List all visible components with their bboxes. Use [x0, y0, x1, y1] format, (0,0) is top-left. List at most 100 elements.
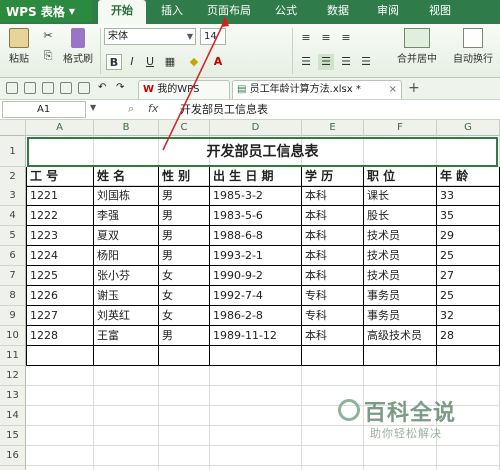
row-header[interactable]: 17 [0, 466, 26, 470]
table-cell[interactable]: 男 [159, 186, 210, 206]
column-header[interactable]: A [26, 120, 94, 136]
merge-center-button[interactable]: 合并居中 [390, 28, 444, 65]
tab-home[interactable]: 开始 [98, 0, 146, 24]
table-cell[interactable] [210, 346, 302, 366]
table-cell[interactable]: 技术员 [364, 266, 437, 286]
table-cell[interactable]: 专科 [302, 286, 364, 306]
table-cell[interactable] [26, 346, 94, 366]
row-header[interactable]: 14 [0, 406, 26, 426]
align-right-icon[interactable]: ☰ [338, 54, 354, 70]
table-cell[interactable]: 技术员 [364, 226, 437, 246]
table-cell[interactable]: 股长 [364, 206, 437, 226]
table-cell[interactable]: 张小芬 [94, 266, 159, 286]
align-bottom-icon[interactable]: ≡ [338, 30, 354, 46]
table-cell[interactable]: 1986-2-8 [210, 306, 302, 326]
new-file-icon[interactable] [6, 82, 18, 94]
row-header[interactable]: 7 [0, 266, 26, 286]
table-cell[interactable]: 本科 [302, 206, 364, 226]
table-cell[interactable]: 1222 [26, 206, 94, 226]
table-cell[interactable]: 28 [437, 326, 500, 346]
table-cell[interactable]: 本科 [302, 326, 364, 346]
table-cell[interactable]: 高级技术员 [364, 326, 437, 346]
header-cell[interactable]: 年 龄 [437, 167, 500, 187]
table-cell[interactable]: 1989-11-12 [210, 326, 302, 346]
table-cell[interactable]: 杨阳 [94, 246, 159, 266]
open-folder-icon[interactable] [24, 82, 36, 94]
print-preview-icon[interactable] [78, 82, 90, 94]
align-middle-icon[interactable]: ≡ [318, 30, 334, 46]
row-header[interactable]: 16 [0, 446, 26, 466]
table-cell[interactable]: 男 [159, 246, 210, 266]
row-header[interactable]: 6 [0, 246, 26, 266]
align-top-icon[interactable]: ≡ [298, 30, 314, 46]
column-header[interactable]: F [364, 120, 437, 136]
table-cell[interactable]: 1223 [26, 226, 94, 246]
table-cell[interactable]: 32 [437, 306, 500, 326]
row-header[interactable]: 12 [0, 366, 26, 386]
header-cell[interactable]: 职 位 [364, 167, 437, 187]
table-cell[interactable]: 课长 [364, 186, 437, 206]
table-cell[interactable]: 事务员 [364, 306, 437, 326]
table-cell[interactable]: 男 [159, 206, 210, 226]
tab-page-layout[interactable]: 页面布局 [198, 0, 260, 22]
tab-formulas[interactable]: 公式 [264, 0, 308, 22]
sheet-title-cell[interactable]: 开发部员工信息表 [27, 137, 498, 167]
table-cell[interactable]: 女 [159, 266, 210, 286]
table-cell[interactable]: 1993-2-1 [210, 246, 302, 266]
table-cell[interactable]: 谢玉 [94, 286, 159, 306]
table-cell[interactable]: 1224 [26, 246, 94, 266]
table-cell[interactable]: 1228 [26, 326, 94, 346]
bold-button[interactable]: B [106, 54, 122, 70]
table-cell[interactable]: 女 [159, 286, 210, 306]
copy-icon[interactable]: ⎘ [40, 48, 56, 64]
tab-view[interactable]: 视图 [418, 0, 462, 22]
formula-input[interactable]: 开发部员工信息表 [180, 101, 268, 118]
chevron-down-icon[interactable]: ▼ [90, 103, 96, 112]
doc-tab-my-wps[interactable]: W 我的WPS [138, 80, 230, 99]
table-cell[interactable] [302, 346, 364, 366]
redo-icon[interactable]: ↷ [116, 82, 128, 94]
justify-icon[interactable]: ☰ [358, 54, 374, 70]
header-cell[interactable]: 姓 名 [94, 167, 159, 187]
table-cell[interactable]: 女 [159, 306, 210, 326]
insert-function-button[interactable]: fx [148, 102, 158, 115]
row-header[interactable]: 10 [0, 326, 26, 346]
format-painter-button[interactable]: 格式刷 [58, 28, 98, 65]
table-cell[interactable]: 技术员 [364, 246, 437, 266]
table-cell[interactable]: 35 [437, 206, 500, 226]
tab-data[interactable]: 数据 [316, 0, 360, 22]
column-header[interactable]: D [210, 120, 302, 136]
header-cell[interactable]: 学 历 [302, 167, 364, 187]
table-cell[interactable]: 25 [437, 286, 500, 306]
table-cell[interactable]: 1985-3-2 [210, 186, 302, 206]
name-box[interactable]: A1 [2, 101, 86, 118]
align-left-icon[interactable]: ☰ [298, 54, 314, 70]
table-cell[interactable]: 27 [437, 266, 500, 286]
row-header[interactable]: 13 [0, 386, 26, 406]
underline-button[interactable]: U [142, 54, 158, 70]
column-header[interactable]: B [94, 120, 159, 136]
header-cell[interactable]: 工 号 [26, 167, 94, 187]
font-size-select[interactable]: 14 [200, 28, 226, 45]
new-tab-icon[interactable]: + [408, 80, 420, 96]
table-cell[interactable]: 男 [159, 226, 210, 246]
undo-icon[interactable]: ↶ [98, 82, 110, 94]
column-header[interactable]: G [437, 120, 500, 136]
row-header[interactable]: 4 [0, 206, 26, 226]
table-cell[interactable]: 33 [437, 186, 500, 206]
row-header[interactable]: 1 [0, 136, 26, 167]
font-color-button[interactable]: A [210, 54, 226, 70]
close-icon[interactable]: × [389, 81, 397, 99]
row-header[interactable]: 5 [0, 226, 26, 246]
table-cell[interactable] [94, 346, 159, 366]
table-cell[interactable] [159, 346, 210, 366]
table-cell[interactable]: 刘英红 [94, 306, 159, 326]
table-cell[interactable]: 本科 [302, 246, 364, 266]
table-cell[interactable]: 本科 [302, 186, 364, 206]
wrap-text-button[interactable]: 自动换行 [450, 28, 496, 65]
paste-button[interactable]: 粘贴 [4, 28, 34, 65]
table-cell[interactable]: 29 [437, 226, 500, 246]
table-cell[interactable]: 本科 [302, 226, 364, 246]
cut-icon[interactable]: ✂ [40, 28, 56, 44]
row-header[interactable]: 2 [0, 167, 26, 187]
